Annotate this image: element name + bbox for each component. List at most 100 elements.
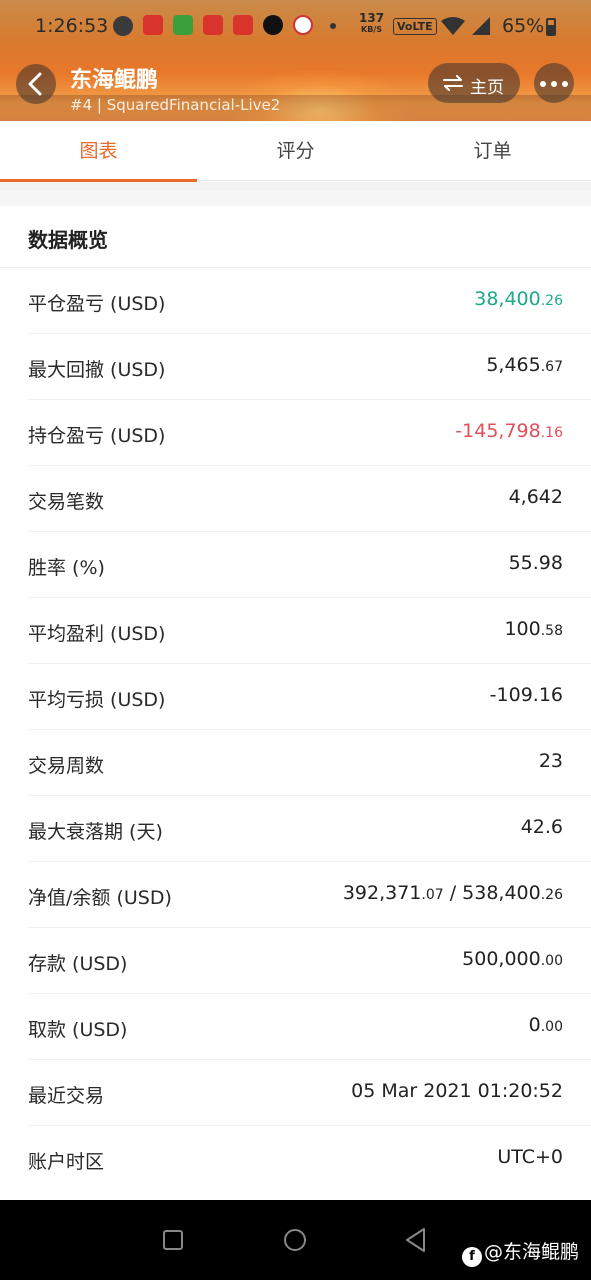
app-icon-2 (203, 15, 223, 35)
section-gap (0, 182, 591, 206)
network-speed: 137 KB/S (359, 11, 385, 34)
value-decimals: .07 (421, 887, 444, 903)
value-decimals: .00 (540, 953, 563, 969)
wifi-icon (441, 17, 465, 35)
row-value: 5,465.67 (486, 354, 563, 376)
value-main: -109.16 (489, 684, 563, 706)
overview-row: 胜率 (%) 55.98 (0, 532, 591, 598)
value-main: 42.6 (520, 816, 563, 838)
battery-percent: 65% (502, 15, 545, 37)
row-value: 05 Mar 2021 01:20:52 (351, 1080, 563, 1102)
header-banner: 1:26:53 137 KB/S VoLTE 65% 东海鲲鹏 #4 | Squ… (0, 0, 591, 121)
row-value: -109.16 (490, 684, 563, 706)
row-label: 账户时区 (28, 1151, 105, 1173)
bank-icon (293, 15, 313, 35)
swap-arrows-icon (443, 75, 463, 91)
more-dot-icon (551, 81, 557, 87)
value-main-2: / 538,400 (443, 882, 541, 904)
value-main: 100 (504, 618, 541, 640)
row-value: 500,000.00 (462, 948, 563, 970)
back-button[interactable] (16, 64, 56, 104)
value-main: 05 Mar 2021 01:20:52 (351, 1080, 563, 1102)
value-decimals: .26 (540, 293, 563, 309)
tab-chart[interactable]: 图表 (0, 121, 197, 182)
value-main: 23 (538, 750, 563, 772)
value-decimals: .16 (540, 425, 563, 441)
overview-row: 净值/余额 (USD) 392,371.07 / 538,400.26 (0, 862, 591, 928)
row-label: 最大衰落期 (天) (28, 821, 163, 843)
value-main: -145,798 (455, 420, 541, 442)
overview-row: 取款 (USD) 0.00 (0, 994, 591, 1060)
value-main: UTC+0 (497, 1146, 563, 1168)
app-icon-58 (173, 15, 193, 35)
signal-icon (472, 17, 490, 35)
notification-dot-icon (330, 23, 336, 29)
overview-row: 交易周数 23 (0, 730, 591, 796)
overview-row: 最大回撤 (USD) 5,465.67 (0, 334, 591, 400)
overview-row: 最大衰落期 (天) 42.6 (0, 796, 591, 862)
overview-row: 存款 (USD) 500,000.00 (0, 928, 591, 994)
overview-row: 账户时区 UTC+0 (0, 1126, 591, 1192)
value-decimals: .00 (540, 1019, 563, 1035)
row-value: 23 (539, 750, 563, 772)
overview-row: 持仓盈亏 (USD) -145,798.16 (0, 400, 591, 466)
row-value: 100.58 (504, 618, 563, 640)
section-title: 数据概览 (28, 228, 108, 252)
home-button-label: 主页 (470, 78, 504, 98)
value-decimals: .58 (540, 623, 563, 639)
volte-badge: VoLTE (393, 18, 437, 35)
row-value: UTC+0 (497, 1146, 563, 1168)
app-icon-1 (143, 15, 163, 35)
row-label: 胜率 (%) (28, 557, 105, 579)
message-icon (113, 16, 133, 36)
battery-icon (546, 18, 556, 36)
watermark-text: @东海鲲鹏 (484, 1241, 580, 1263)
row-value: 55.98 (509, 552, 563, 574)
row-label: 最近交易 (28, 1085, 105, 1107)
row-label: 最大回撤 (USD) (28, 359, 166, 381)
overview-row: 平均盈利 (USD) 100.58 (0, 598, 591, 664)
tab-bar: 图表 评分 订单 (0, 121, 591, 182)
row-value: -145,798.16 (455, 420, 563, 442)
row-label: 交易周数 (28, 755, 105, 777)
overview-row: 平均亏损 (USD) -109.16 (0, 664, 591, 730)
status-bar: 1:26:53 137 KB/S VoLTE 65% (0, 0, 591, 52)
weibo-icon: f (462, 1247, 482, 1267)
tiktok-icon (263, 15, 283, 35)
account-subtitle: #4 | SquaredFinancial-Live2 (70, 96, 281, 114)
row-label: 净值/余额 (USD) (28, 887, 172, 909)
row-label: 存款 (USD) (28, 953, 128, 975)
value-main: 0 (528, 1014, 541, 1036)
overview-row: 最近交易 05 Mar 2021 01:20:52 (0, 1060, 591, 1126)
more-dot-icon (562, 81, 568, 87)
back-nav-button[interactable] (404, 1227, 428, 1253)
tab-rating[interactable]: 评分 (197, 121, 394, 181)
value-main: 5,465 (486, 354, 541, 376)
value-main: 55.98 (508, 552, 563, 574)
page-title: 东海鲲鹏 (70, 68, 159, 93)
value-decimals-2: .26 (540, 887, 563, 903)
value-main: 392,371 (342, 882, 422, 904)
value-main: 500,000 (462, 948, 541, 970)
row-label: 平仓盈亏 (USD) (28, 293, 166, 315)
row-label: 平均亏损 (USD) (28, 689, 166, 711)
row-value: 42.6 (521, 816, 563, 838)
row-value: 4,642 (509, 486, 563, 508)
app-icon-3 (233, 15, 253, 35)
tab-orders[interactable]: 订单 (394, 121, 591, 181)
more-options-button[interactable] (534, 63, 574, 103)
value-main: 38,400 (474, 288, 541, 310)
home-button[interactable]: 主页 (428, 63, 520, 103)
watermark: f @东海鲲鹏 (462, 1237, 579, 1267)
row-value: 38,400.26 (474, 288, 563, 310)
more-dot-icon (540, 81, 546, 87)
row-label: 交易笔数 (28, 491, 105, 513)
chevron-left-icon (28, 72, 42, 96)
row-label: 取款 (USD) (28, 1019, 128, 1041)
home-nav-button[interactable] (284, 1229, 306, 1251)
recents-button[interactable] (163, 1230, 183, 1250)
status-time: 1:26:53 (35, 15, 109, 37)
overview-row: 交易笔数 4,642 (0, 466, 591, 532)
value-decimals: .67 (540, 359, 563, 375)
row-value: 392,371.07 / 538,400.26 (343, 882, 563, 904)
